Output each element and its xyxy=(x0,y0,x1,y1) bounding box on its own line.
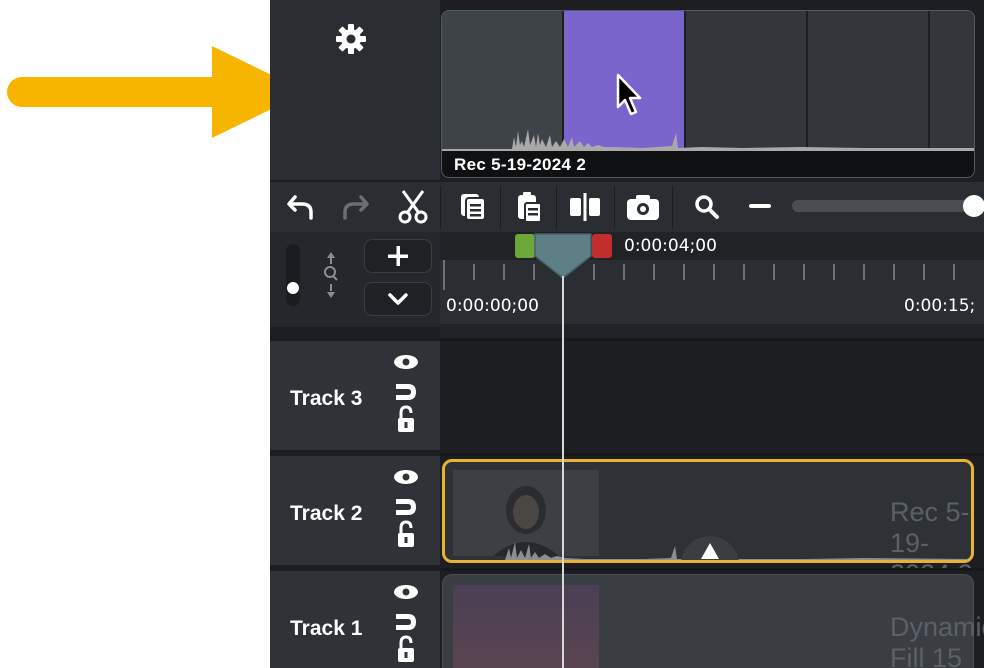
clip-preview[interactable]: Rec 5-19-2024 2 xyxy=(441,10,975,178)
track-icon-group xyxy=(394,355,418,432)
cut-icon xyxy=(398,190,428,224)
selection-in-marker[interactable] xyxy=(515,234,535,258)
mouse-cursor-icon xyxy=(616,73,642,116)
undo-icon xyxy=(287,195,313,220)
lock-icon[interactable] xyxy=(398,635,414,662)
ruler-ticks xyxy=(443,260,955,290)
track-lane-3[interactable] xyxy=(440,338,984,450)
track-name: Track 3 xyxy=(290,387,363,410)
timeline-start-time: 0:00:00;00 xyxy=(446,296,539,316)
paste-icon xyxy=(518,192,542,223)
track-height-slider[interactable] xyxy=(286,244,300,306)
copy-button[interactable] xyxy=(450,182,496,232)
zoom-out-button[interactable] xyxy=(740,182,780,232)
add-track-button[interactable] xyxy=(364,239,432,273)
track-icon-group xyxy=(394,470,418,547)
toolbar-divider xyxy=(440,186,441,228)
eye-icon[interactable] xyxy=(394,470,418,484)
toolbar-divider xyxy=(500,186,501,228)
cut-button[interactable] xyxy=(390,182,436,232)
track-name: Track 2 xyxy=(290,502,363,525)
track-zoom-icon xyxy=(322,250,340,300)
zoom-slider[interactable] xyxy=(792,195,984,217)
eye-icon[interactable] xyxy=(394,355,418,369)
magnet-icon[interactable] xyxy=(396,499,416,515)
audio-waveform xyxy=(442,129,974,151)
triangle-up-icon xyxy=(701,543,719,559)
lock-icon[interactable] xyxy=(398,520,414,547)
snapshot-button[interactable] xyxy=(620,182,666,232)
collapse-tracks-button[interactable] xyxy=(364,282,432,316)
zoom-slider-thumb[interactable] xyxy=(963,195,984,217)
toolbar-divider xyxy=(672,186,673,228)
paste-button[interactable] xyxy=(506,182,552,232)
split-icon xyxy=(570,193,600,221)
eye-icon[interactable] xyxy=(394,585,418,599)
clip-thumbnail xyxy=(453,585,599,668)
zoom-icon xyxy=(695,195,719,219)
plus-icon xyxy=(388,246,408,266)
copy-icon xyxy=(461,194,486,221)
redo-button[interactable] xyxy=(330,182,380,232)
split-button[interactable] xyxy=(562,182,608,232)
toolbar-divider xyxy=(556,186,557,228)
clip-title: Dynamic Fill 15 xyxy=(890,612,984,668)
timeline-end-time: 0:00:15; xyxy=(904,296,976,316)
redo-icon xyxy=(343,195,369,220)
selection-out-marker[interactable] xyxy=(592,234,612,258)
playhead-line xyxy=(562,276,564,668)
annotation-arrow xyxy=(6,44,308,140)
preview-clip-label: Rec 5-19-2024 2 xyxy=(454,155,587,174)
magnet-icon[interactable] xyxy=(396,614,416,630)
playhead-handle[interactable] xyxy=(533,232,593,280)
playhead-time: 0:00:04;00 xyxy=(624,236,717,256)
snapshot-icon xyxy=(627,195,659,220)
gear-icon[interactable] xyxy=(334,22,368,56)
zoom-out-icon xyxy=(749,204,771,208)
toolbar-divider xyxy=(614,186,615,228)
zoom-button[interactable] xyxy=(684,182,730,232)
track-height-thumb[interactable] xyxy=(287,282,299,294)
chevron-down-icon xyxy=(388,293,408,305)
lock-icon[interactable] xyxy=(398,405,414,432)
undo-button[interactable] xyxy=(276,182,326,232)
track-icon-group xyxy=(394,585,418,662)
timeline-editor: Rec 5-19-2024 2 0:00:04;00 0:00:00;00 0:… xyxy=(270,0,984,668)
magnet-icon[interactable] xyxy=(396,384,416,400)
track-name: Track 1 xyxy=(290,617,363,640)
